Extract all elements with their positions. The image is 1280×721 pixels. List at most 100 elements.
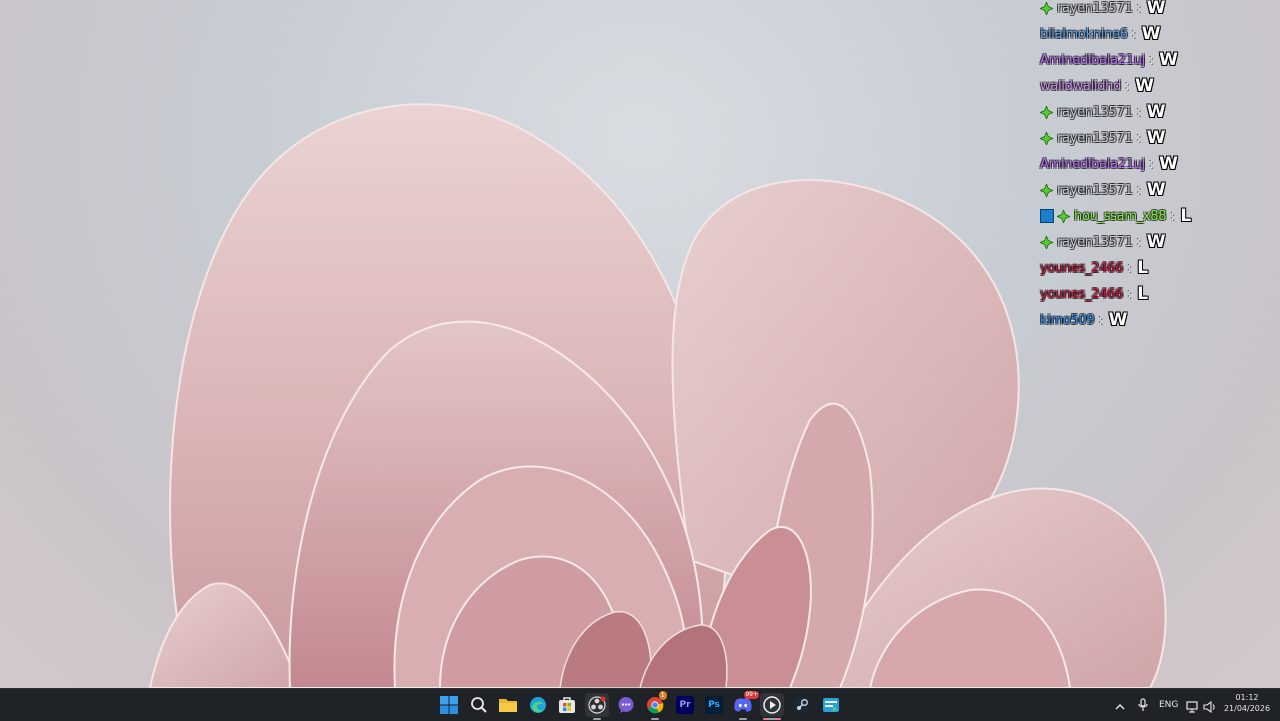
sparkle-badge-icon [1040,183,1053,197]
app-icon [823,698,839,712]
chat-separator: : [1136,130,1141,146]
chat-message-text: W [1146,180,1166,200]
clock-date: 21/04/2026 [1223,704,1271,713]
chat-message: rayen13571: W [1040,177,1276,203]
chat-separator: : [1125,78,1130,94]
chat-separator: : [1127,260,1132,276]
chat-separator: : [1136,234,1141,250]
store-button[interactable] [555,693,579,717]
chat-message-text: W [1146,102,1166,122]
sparkle-badge-icon [1040,1,1053,15]
sparkle-badge-icon [1040,105,1053,119]
chat-separator: : [1131,26,1136,42]
steam-icon [794,697,810,713]
edge-icon [530,697,546,713]
desktop: rayen13571: Wbilalmoknine6: W Aminedibala21… [0,0,1280,688]
sparkle-badge-icon [1040,235,1053,249]
chat-message: walidwalidhd: W [1040,73,1276,99]
discord-button[interactable]: 99+ [731,691,759,720]
chat-message-text: W [1146,0,1166,18]
chat-message-text: W [1146,232,1166,252]
clock[interactable]: 01:12 21/04/2026 [1222,692,1272,714]
microphone-icon [1138,698,1148,711]
chat-separator: : [1148,52,1154,68]
chat-message: bilalmoknine6: W [1040,21,1276,47]
start-button[interactable] [437,693,461,717]
store-icon [559,697,575,713]
volume-button[interactable] [1203,698,1217,717]
chat-message-text: L [1137,284,1148,304]
obs-icon [588,696,606,714]
chat-message-text: W [1159,154,1178,174]
chat-username: bilalmoknine6 [1040,26,1128,42]
chat-message-text: W [1141,24,1161,44]
network-button[interactable] [1186,698,1200,717]
discord-icon [734,698,752,712]
play-icon [763,696,781,714]
steam-button[interactable] [790,693,814,717]
media-player-button[interactable] [760,693,784,720]
search-icon [471,697,487,713]
chat-separator: : [1148,156,1154,172]
chat-message: rayen13571: W [1040,229,1276,255]
windows-icon [440,696,458,714]
chat-message-text: W [1108,310,1128,330]
chrome-notification-badge: 1 [658,691,667,700]
app-button[interactable] [819,693,843,717]
chat-separator: : [1127,286,1132,302]
chat-app-button[interactable] [614,693,638,717]
microphone-button[interactable] [1137,697,1149,716]
chat-message-text: W [1135,76,1154,96]
chat-username: Aminedibala21uj [1040,52,1145,68]
sparkle-badge-icon [1040,131,1053,145]
chat-message: hou_ssam_x88: L [1040,203,1276,229]
chat-separator: : [1170,208,1175,224]
chat-username: rayen13571 [1057,130,1133,146]
chat-message-text: W [1146,128,1166,148]
network-icon [1186,701,1198,713]
chat-message-text: L [1137,258,1148,278]
discord-notification-badge: 99+ [744,691,759,699]
moderator-badge-icon [1040,209,1054,223]
obs-button[interactable] [585,693,609,720]
chat-message-text: W [1159,50,1178,70]
chat-username: kimo509 [1040,312,1095,328]
premiere-button[interactable]: Pr [673,693,697,717]
chat-username: rayen13571 [1057,234,1133,250]
chat-message: rayen13571: W [1040,99,1276,125]
photoshop-icon: Ps [705,696,723,714]
sparkle-badge-icon [1057,209,1070,223]
file-explorer-button[interactable] [496,693,520,717]
chat-username: walidwalidhd [1040,78,1122,94]
chat-message: kimo509: W [1040,307,1276,333]
chat-username: hou_ssam_x88 [1074,208,1167,224]
chat-message: Aminedibala21uj: W [1040,47,1276,73]
chat-username: rayen13571 [1057,104,1133,120]
photoshop-button[interactable]: Ps [702,693,726,717]
language-indicator[interactable]: ENG [1159,700,1178,710]
chat-message: rayen13571: W [1040,125,1276,151]
premiere-icon: Pr [676,696,694,714]
chat-message-text: L [1180,206,1191,226]
chrome-button[interactable]: 1 [643,691,667,720]
show-hidden-icons-button[interactable] [1114,698,1126,717]
chat-username: younes_2466 [1040,260,1124,276]
chat-separator: : [1098,312,1103,328]
chat-message: younes_2466: L [1040,281,1276,307]
chat-username: Aminedibala21uj [1040,156,1145,172]
chat-separator: : [1136,0,1141,16]
chat-username: rayen13571 [1057,0,1133,16]
chevron-up-icon [1115,704,1125,710]
stream-chat-overlay: rayen13571: Wbilalmoknine6: W Aminedibala21… [1040,0,1276,333]
chat-message: rayen13571: W [1040,0,1276,21]
speaker-icon [1203,700,1215,714]
chat-separator: : [1136,104,1141,120]
folder-icon [499,699,517,712]
edge-button[interactable] [526,693,550,717]
chat-username: younes_2466 [1040,286,1124,302]
taskbar: 1 Pr Ps 99+ ENG 01:12 21/04/2026 [0,688,1280,721]
chat-username: rayen13571 [1057,182,1133,198]
clock-time: 01:12 [1235,693,1259,702]
chat-icon [618,697,634,713]
search-button[interactable] [467,693,491,717]
